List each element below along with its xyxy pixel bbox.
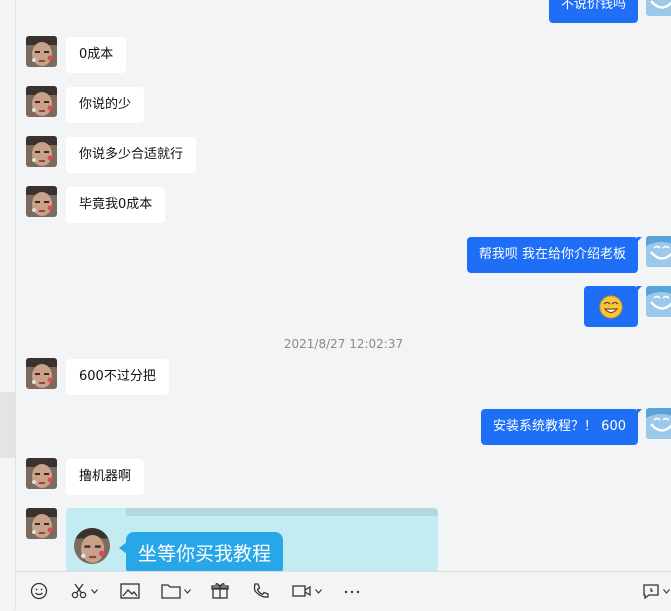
- self-avatar[interactable]: [646, 236, 671, 267]
- outgoing-emoji-bubble[interactable]: [584, 286, 638, 327]
- message-text: 安装系统教程？！ 600: [493, 419, 626, 434]
- message-text: 撸机器啊: [79, 469, 132, 484]
- gift-icon: [211, 583, 229, 599]
- card-caption-bubble: 坐等你买我教程: [126, 532, 284, 571]
- bubble-tail: [637, 409, 642, 414]
- chat-message-area[interactable]: 不说价钱吗 0成本 你说的少 你说多少合适就行 毕竟我0成本 帮我呗 我在给你介…: [16, 0, 671, 571]
- outgoing-message-bubble[interactable]: 安装系统教程？！ 600: [481, 409, 638, 445]
- contact-avatar[interactable]: [26, 186, 57, 217]
- phone-icon: [253, 583, 269, 598]
- message-text: 600不过分把: [79, 369, 156, 384]
- chevron-down-icon: [315, 588, 322, 594]
- image-message-card[interactable]: 坐等你买我教程: [66, 508, 438, 571]
- chat-history-icon: [643, 584, 659, 600]
- incoming-message-bubble[interactable]: 毕竟我0成本: [66, 187, 166, 223]
- contact-avatar[interactable]: [26, 36, 57, 67]
- outgoing-message-bubble[interactable]: 不说价钱吗: [548, 0, 638, 23]
- file-button[interactable]: [161, 580, 191, 602]
- message-text: 你说的少: [79, 97, 132, 112]
- incoming-message-bubble[interactable]: 600不过分把: [66, 359, 169, 395]
- screenshot-button[interactable]: [70, 580, 98, 602]
- bubble-tail: [637, 286, 642, 291]
- image-button[interactable]: [120, 580, 140, 602]
- card-avatar-image: [74, 528, 110, 564]
- chevron-down-icon: [184, 588, 191, 594]
- self-avatar[interactable]: [646, 286, 671, 317]
- contact-avatar[interactable]: [26, 458, 57, 489]
- video-call-button[interactable]: [292, 580, 322, 602]
- outgoing-message-bubble[interactable]: 帮我呗 我在给你介绍老板: [466, 237, 638, 273]
- more-icon: [344, 590, 360, 594]
- card-caption-text: 坐等你买我教程: [138, 543, 272, 565]
- incoming-message-bubble[interactable]: 撸机器啊: [66, 459, 145, 495]
- bubble-tail: [637, 237, 642, 242]
- contact-avatar[interactable]: [26, 508, 57, 539]
- message-timestamp: 2021/8/27 12:02:37: [283, 337, 404, 351]
- message-text: 你说多少合适就行: [79, 147, 184, 162]
- grinning-face-emoji-icon: [599, 295, 623, 319]
- incoming-message-bubble[interactable]: 0成本: [66, 37, 127, 73]
- self-avatar[interactable]: [646, 408, 671, 439]
- chat-history-button[interactable]: [642, 580, 670, 602]
- left-panel-selected-shade: [0, 392, 15, 458]
- voice-call-button[interactable]: [252, 580, 270, 602]
- gift-button[interactable]: [211, 580, 229, 602]
- incoming-message-bubble[interactable]: 你说的少: [66, 87, 145, 123]
- message-text: 帮我呗 我在给你介绍老板: [478, 247, 626, 262]
- chevron-down-icon: [663, 588, 670, 594]
- contact-avatar[interactable]: [26, 136, 57, 167]
- chevron-down-icon: [91, 588, 98, 594]
- self-avatar[interactable]: [646, 0, 671, 16]
- emoji-icon: [30, 582, 48, 600]
- card-top-bar: [126, 508, 438, 516]
- more-button[interactable]: [343, 580, 361, 602]
- message-text: 不说价钱吗: [560, 0, 626, 12]
- video-icon: [292, 585, 311, 597]
- message-text: 0成本: [79, 47, 114, 62]
- message-text: 毕竟我0成本: [79, 197, 153, 212]
- folder-icon: [161, 584, 181, 599]
- contact-avatar[interactable]: [26, 86, 57, 117]
- scissors-icon: [71, 583, 87, 599]
- emoji-button[interactable]: [30, 580, 48, 602]
- image-icon: [120, 583, 140, 599]
- contact-avatar[interactable]: [26, 358, 57, 389]
- incoming-message-bubble[interactable]: 你说多少合适就行: [66, 137, 197, 173]
- left-panel-edge: [0, 0, 16, 610]
- input-toolbar: [16, 571, 671, 611]
